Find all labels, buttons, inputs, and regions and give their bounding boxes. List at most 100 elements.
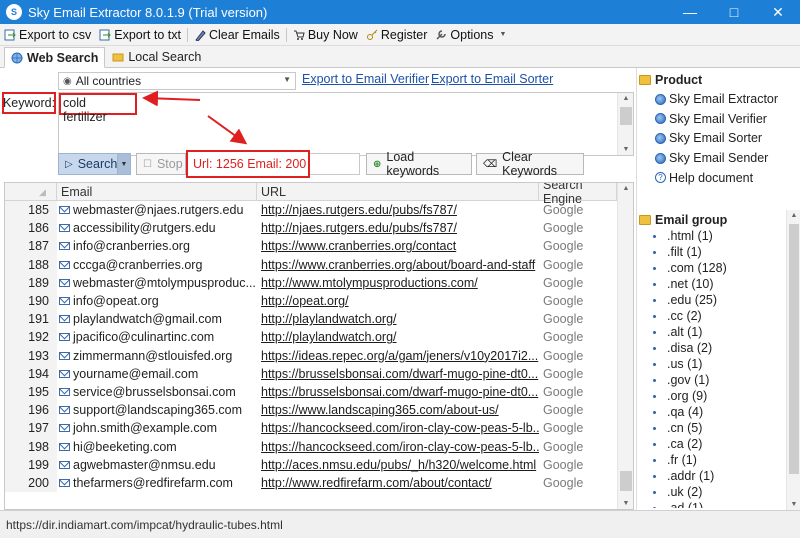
table-row[interactable]: 187 info@cranberries.org https://www.cranb… [5, 237, 617, 256]
load-keywords-button[interactable]: ⊕ Load keywords [366, 150, 472, 178]
url-link[interactable]: http://playlandwatch.org/ [257, 330, 539, 344]
scroll-down-icon[interactable]: ▼ [618, 146, 634, 153]
email-group-scrollbar[interactable]: ▲ ▼ [786, 210, 800, 510]
buy-now-button[interactable]: Buy Now [289, 25, 362, 45]
register-button[interactable]: Register [362, 25, 432, 45]
product-item[interactable]: Sky Email Extractor [655, 92, 778, 106]
results-scrollbar[interactable]: ▲ ▼ [617, 183, 633, 509]
table-row[interactable]: 189 webmaster@mtolympusproduc... http://ww… [5, 273, 617, 292]
email-group-item[interactable]: .edu (25) [639, 292, 785, 308]
email-group-item[interactable]: .alt (1) [639, 324, 785, 340]
url-link[interactable]: http://www.mtolympusproductions.com/ [257, 276, 539, 290]
email-cell[interactable]: support@landscaping365.com [57, 403, 257, 417]
minimize-button[interactable]: — [668, 0, 712, 24]
table-row[interactable]: 188 cccga@cranberries.org https://www.cran… [5, 255, 617, 274]
table-row[interactable]: 194 yourname@email.com https://brusselsbon… [5, 364, 617, 383]
scroll-up-icon[interactable]: ▲ [618, 185, 633, 192]
url-link[interactable]: https://brusselsbonsai.com/dwarf-mugo-pi… [257, 385, 539, 399]
email-group-item[interactable]: .uk (2) [639, 484, 785, 500]
email-cell[interactable]: webmaster@njaes.rutgers.edu [57, 203, 257, 217]
email-group-item[interactable]: .gov (1) [639, 372, 785, 388]
email-group-item[interactable]: .ca (2) [639, 436, 785, 452]
email-group-item[interactable]: .addr (1) [639, 468, 785, 484]
email-cell[interactable]: agwebmaster@nmsu.edu [57, 458, 257, 472]
url-link[interactable]: https://brusselsbonsai.com/dwarf-mugo-pi… [257, 367, 539, 381]
export-to-verifier-link[interactable]: Export to Email Verifier [302, 72, 429, 86]
email-group-item[interactable]: .ad (1) [639, 500, 785, 508]
table-row[interactable]: 195 service@brusselsbonsai.com https://bru… [5, 382, 617, 402]
url-link[interactable]: https://www.cranberries.org/contact [257, 239, 539, 253]
email-group-item[interactable]: .html (1) [639, 228, 785, 244]
keyword-scrollbar[interactable]: ▲ ▼ [617, 93, 633, 155]
url-link[interactable]: http://www.redfirefarm.com/about/contact… [257, 476, 539, 490]
clear-keywords-button[interactable]: ⌫ Clear Keywords [476, 150, 584, 178]
email-group-item[interactable]: .com (128) [639, 260, 785, 276]
search-dropdown-button[interactable]: ▼ [117, 153, 131, 175]
scroll-down-icon[interactable]: ▼ [787, 501, 800, 508]
email-group-item[interactable]: .cn (5) [639, 420, 785, 436]
export-txt-button[interactable]: Export to txt [95, 25, 185, 45]
url-link[interactable]: http://aces.nmsu.edu/pubs/_h/h320/welcom… [257, 458, 539, 472]
email-cell[interactable]: zimmermann@stlouisfed.org [57, 349, 257, 363]
product-item[interactable]: Sky Email Sender [655, 151, 768, 165]
url-link[interactable]: http://playlandwatch.org/ [257, 312, 539, 326]
email-cell[interactable]: jpacifico@culinartinc.com [57, 330, 257, 344]
table-row[interactable]: 197 john.smith@example.com https://hancock… [5, 419, 617, 438]
email-cell[interactable]: hi@beeketing.com [57, 440, 257, 454]
email-cell[interactable]: info@opeat.org [57, 294, 257, 308]
email-cell[interactable]: info@cranberries.org [57, 239, 257, 253]
email-group-item[interactable]: .filt (1) [639, 244, 785, 260]
table-row[interactable]: 191 playlandwatch@gmail.com http://playlan… [5, 310, 617, 329]
table-row[interactable]: 186 accessibility@rutgers.edu http://njaes… [5, 219, 617, 238]
email-cell[interactable]: yourname@email.com [57, 367, 257, 381]
tab-local-search[interactable]: Local Search [105, 47, 208, 67]
search-button[interactable]: ▷ Search [58, 153, 118, 175]
email-group-item[interactable]: .fr (1) [639, 452, 785, 468]
scrollbar-thumb[interactable] [789, 224, 799, 474]
email-cell[interactable]: thefarmers@redfirefarm.com [57, 476, 257, 490]
table-row[interactable]: 190 info@opeat.org http://opeat.org/Google [5, 291, 617, 311]
maximize-button[interactable]: □ [712, 0, 756, 24]
country-select[interactable]: ◉ All countries ▼ [58, 72, 296, 90]
email-cell[interactable]: webmaster@mtolympusproduc... [57, 276, 257, 290]
url-link[interactable]: https://hancockseed.com/iron-clay-cow-pe… [257, 440, 539, 454]
scroll-up-icon[interactable]: ▲ [787, 212, 800, 219]
product-item[interactable]: Sky Email Sorter [655, 131, 762, 145]
tab-web-search[interactable]: Web Search [4, 47, 106, 68]
table-row[interactable]: 193 zimmermann@stlouisfed.org https://idea… [5, 346, 617, 365]
scrollbar-thumb[interactable] [620, 471, 632, 491]
url-link[interactable]: https://www.cranberries.org/about/board-… [257, 258, 539, 272]
stop-button[interactable]: ☐ Stop [136, 153, 186, 175]
email-group-item[interactable]: .us (1) [639, 356, 785, 372]
scrollbar-thumb[interactable] [620, 107, 632, 125]
table-row[interactable]: 185 webmaster@njaes.rutgers.edu http://nja… [5, 201, 617, 220]
email-cell[interactable]: accessibility@rutgers.edu [57, 221, 257, 235]
url-link[interactable]: https://ideas.repec.org/a/gam/jeners/v10… [257, 349, 539, 363]
email-cell[interactable]: service@brusselsbonsai.com [57, 385, 257, 399]
email-group-item[interactable]: .qa (4) [639, 404, 785, 420]
email-cell[interactable]: cccga@cranberries.org [57, 258, 257, 272]
email-group-item[interactable]: .cc (2) [639, 308, 785, 324]
engine-column-header[interactable]: Search Engine [539, 183, 617, 206]
scroll-down-icon[interactable]: ▼ [618, 500, 633, 507]
table-row[interactable]: 199 agwebmaster@nmsu.edu http://aces.nmsu.… [5, 455, 617, 474]
product-item[interactable]: ? Help document [655, 171, 753, 185]
table-row[interactable]: 198 hi@beeketing.com https://hancockseed.c… [5, 437, 617, 456]
email-group-item[interactable]: .net (10) [639, 276, 785, 292]
close-button[interactable]: ✕ [756, 0, 800, 24]
url-link[interactable]: http://njaes.rutgers.edu/pubs/fs787/ [257, 203, 539, 217]
export-csv-button[interactable]: Export to csv [0, 25, 95, 45]
email-group-item[interactable]: .disa (2) [639, 340, 785, 356]
url-column-header[interactable]: URL [257, 183, 539, 201]
email-cell[interactable]: john.smith@example.com [57, 421, 257, 435]
clear-emails-button[interactable]: Clear Emails [190, 25, 284, 45]
url-link[interactable]: http://njaes.rutgers.edu/pubs/fs787/ [257, 221, 539, 235]
product-item[interactable]: Sky Email Verifier [655, 112, 767, 126]
url-link[interactable]: https://www.landscaping365.com/about-us/ [257, 403, 539, 417]
table-row[interactable]: 192 jpacifico@culinartinc.com http://playl… [5, 328, 617, 347]
options-button[interactable]: Options ▼ [431, 25, 510, 45]
url-link[interactable]: https://hancockseed.com/iron-clay-cow-pe… [257, 421, 539, 435]
keyword-textarea[interactable]: cold fertilizer ▲ ▼ [58, 92, 634, 156]
scroll-up-icon[interactable]: ▲ [618, 95, 634, 102]
table-row[interactable]: 200 thefarmers@redfirefarm.com http://www.… [5, 473, 617, 492]
